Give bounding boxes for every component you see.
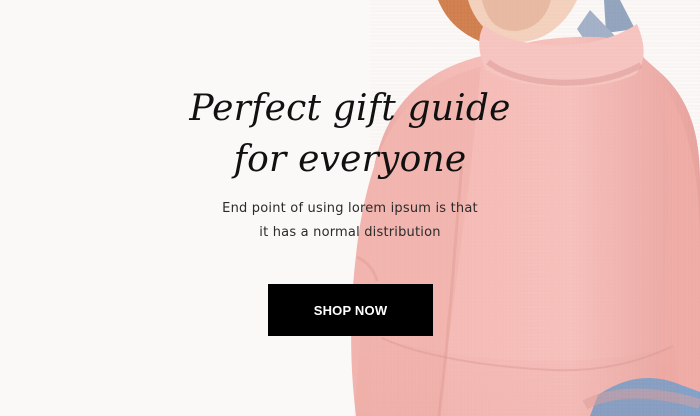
hero-content: Perfect gift guide for everyone End poin… <box>150 0 550 416</box>
hero-subtext: End point of using lorem ipsum is that i… <box>150 197 550 245</box>
hero-headline-line-1: Perfect gift guide <box>189 88 511 129</box>
hero-headline-line-2: for everyone <box>233 139 467 180</box>
hero-subtext-line-1: End point of using lorem ipsum is that <box>222 201 478 216</box>
hero-subtext-line-2: it has a normal distribution <box>259 225 441 240</box>
hero-banner: Perfect gift guide for everyone End poin… <box>0 0 700 416</box>
hero-headline: Perfect gift guide for everyone <box>150 83 550 185</box>
shop-now-button[interactable]: SHOP NOW <box>268 284 433 336</box>
